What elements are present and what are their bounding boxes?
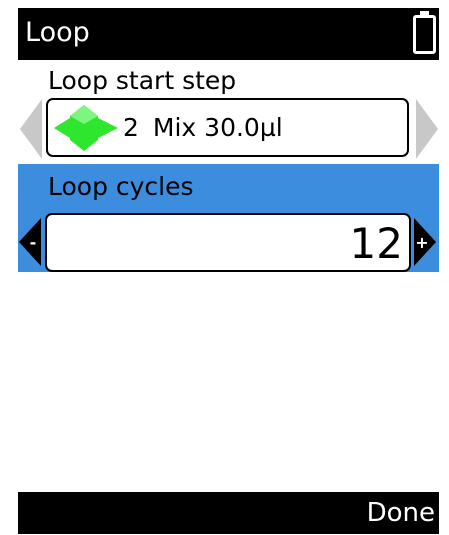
plus-icon: + xyxy=(415,233,428,252)
decrement-button[interactable]: - xyxy=(19,218,41,266)
loop-cycles-row: Loop cycles - 12 + xyxy=(18,164,439,272)
loop-cycles-input[interactable]: 12 xyxy=(45,213,411,272)
loop-start-step-selector[interactable]: 2 Mix 30.0µl xyxy=(46,98,409,157)
screen-title: Loop xyxy=(25,17,90,48)
chevron-right-icon[interactable] xyxy=(416,99,438,159)
loop-start-step-value: 2 Mix 30.0µl xyxy=(123,113,283,143)
mix-step-icon xyxy=(51,104,121,156)
step-description: Mix 30.0µl xyxy=(152,113,283,142)
loop-cycles-label: Loop cycles xyxy=(48,172,194,201)
device-screen: Loop Loop start step 2 Mix 30.0µl Loop cy… xyxy=(18,8,439,534)
chevron-left-icon[interactable] xyxy=(20,99,42,159)
minus-icon: - xyxy=(30,233,37,252)
footer-bar: Done xyxy=(18,492,439,534)
increment-button[interactable]: + xyxy=(414,218,436,266)
battery-icon xyxy=(413,11,436,54)
loop-start-step-label: Loop start step xyxy=(48,66,237,95)
loop-cycles-value: 12 xyxy=(349,219,403,268)
done-button[interactable]: Done xyxy=(367,498,435,528)
title-bar: Loop xyxy=(18,8,439,60)
step-number: 2 xyxy=(123,113,139,142)
